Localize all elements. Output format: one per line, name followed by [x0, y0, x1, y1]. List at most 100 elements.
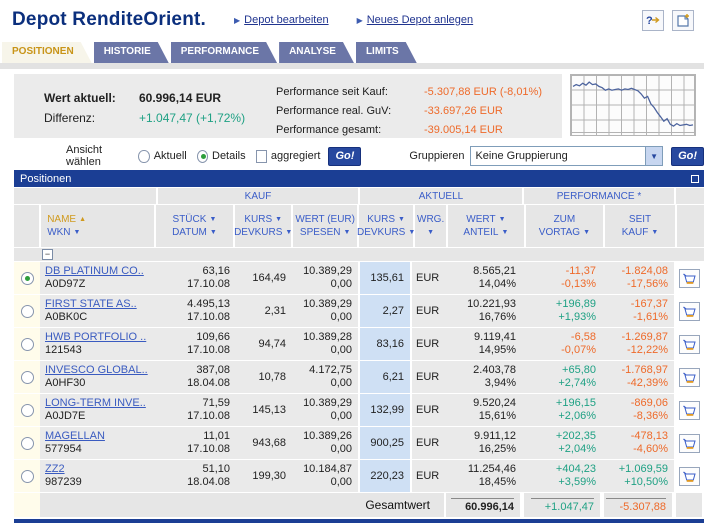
link-depot-bearbeiten-label[interactable]: Depot bearbeiten — [244, 14, 328, 26]
table-row: ZZ2 987239 51,10 18.04.08 199,30 10.184,… — [14, 460, 704, 492]
wert-kauf-value: 10.389,29 — [303, 265, 352, 277]
radio-details[interactable] — [196, 149, 208, 163]
seit-kauf-abs-value: -1.824,08 — [621, 265, 668, 277]
tab-analyse[interactable]: ANALYSE — [279, 42, 354, 63]
seit-kauf-abs-value: -1.768,97 — [621, 364, 668, 376]
waehrung-value: EUR — [416, 304, 440, 317]
basket-icon — [682, 471, 696, 482]
radio-aktuell-label[interactable]: Aktuell — [154, 150, 187, 162]
position-name-link[interactable]: HWB PORTFOLIO .. — [45, 331, 153, 344]
new-depot-icon[interactable] — [672, 9, 694, 31]
wert-kauf-value: 10.389,29 — [303, 397, 352, 409]
group-aktuell: AKTUELL — [360, 188, 522, 204]
table-body: DB PLATINUM CO.. A0D97Z 63,16 17.10.08 1… — [14, 262, 704, 492]
perf-seit-kauf-value: -5.307,88 EUR (-8,01%) — [424, 86, 542, 98]
checkbox-aggregiert-label[interactable]: aggregiert — [271, 150, 321, 162]
position-wkn: A0D97Z — [45, 278, 86, 290]
seit-kauf-pct-value: -12,22% — [627, 344, 668, 356]
help-arrow-glyph: ? — [646, 15, 660, 27]
gesamtwert-label: Gesamtwert — [324, 493, 444, 517]
order-basket-button[interactable] — [678, 268, 700, 288]
link-neues-depot[interactable]: ▶ Neues Depot anlegen — [357, 14, 474, 26]
wert-kauf-value: 10.389,29 — [303, 298, 352, 310]
tab-limits[interactable]: LIMITS — [356, 42, 417, 63]
anteil-value: 14,04% — [478, 278, 516, 290]
radio-aktuell[interactable] — [138, 149, 150, 163]
column-header-stueck-datum[interactable]: STÜCK ▼ DATUM ▼ — [155, 205, 234, 247]
table-row: LONG-TERM INVE.. A0JD7E 71,59 17.10.08 1… — [14, 394, 704, 426]
gruppieren-select[interactable]: Keine Gruppierung ▼ — [470, 146, 664, 166]
collapse-panel-icon[interactable] — [691, 174, 699, 183]
order-basket-button[interactable] — [678, 433, 700, 453]
wert-kauf-value: 10.389,28 — [303, 331, 352, 343]
column-header-name-wkn[interactable]: NAME ▲ WKN ▼ — [41, 205, 154, 247]
gesamt-seit-kauf-value: -5.307,88 — [605, 497, 666, 513]
order-basket-button[interactable] — [678, 301, 700, 321]
position-name-link[interactable]: DB PLATINUM CO.. — [45, 265, 153, 278]
wert-aktuell-value: 9.119,41 — [473, 331, 516, 343]
position-name-link[interactable]: FIRST STATE AS.. — [45, 298, 153, 311]
collapse-group-icon[interactable]: − — [42, 249, 53, 260]
column-header-kurs-devkurs-kauf[interactable]: KURS ▼ DEVKURS ▼ — [234, 205, 292, 247]
column-header-seit-kauf[interactable]: SEIT KAUF ▼ — [605, 205, 675, 247]
spesen-value: 0,00 — [330, 311, 352, 323]
go-button-gruppieren[interactable]: Go! — [671, 146, 704, 166]
order-basket-button[interactable] — [678, 334, 700, 354]
basket-icon — [682, 438, 696, 449]
row-select-radio[interactable] — [20, 304, 34, 318]
link-neues-depot-label[interactable]: Neues Depot anlegen — [367, 14, 473, 26]
arrow-right-icon: ▶ — [234, 15, 241, 25]
help-icon[interactable]: ? — [642, 9, 664, 31]
header-wrg-label: WRG. — [417, 214, 445, 225]
seit-kauf-pct-value: +10,50% — [624, 476, 668, 488]
stueck-value: 11,01 — [203, 430, 230, 442]
column-header-row: NAME ▲ WKN ▼ STÜCK ▼ DATUM ▼ KURS ▼ DEVKURS ▼ … — [14, 205, 704, 247]
header-kurs-aktuell-label: KURS — [367, 214, 396, 225]
row-select-radio[interactable] — [20, 403, 34, 417]
row-select-radio[interactable] — [20, 469, 34, 483]
order-basket-button[interactable] — [678, 367, 700, 387]
row-select-radio[interactable] — [20, 271, 34, 285]
tab-performance[interactable]: PERFORMANCE — [171, 42, 277, 63]
datum-value: 18.04.08 — [187, 377, 230, 389]
column-header-wert-anteil[interactable]: WERT ▼ ANTEIL ▼ — [448, 205, 524, 247]
position-name-link[interactable]: ZZ2 — [45, 463, 153, 476]
gruppieren-selected-value: Keine Gruppierung — [475, 150, 568, 162]
waehrung-value: EUR — [416, 370, 440, 383]
chevron-down-icon[interactable]: ▼ — [645, 147, 663, 165]
column-header-wert-spesen[interactable]: WERT (EUR) SPESEN ▼ — [293, 205, 358, 247]
position-name-link[interactable]: INVESCO GLOBAL.. — [45, 364, 153, 377]
vortag-abs-value: -6,58 — [570, 331, 596, 343]
position-name-link[interactable]: MAGELLAN — [45, 430, 153, 443]
arrow-right-icon: ▶ — [356, 15, 363, 25]
tab-positionen[interactable]: POSITIONEN — [2, 42, 92, 63]
group-spacer — [14, 188, 156, 204]
seit-kauf-pct-value: -17,56% — [627, 278, 668, 290]
row-select-radio[interactable] — [20, 436, 34, 450]
order-basket-button[interactable] — [678, 400, 700, 420]
row-select-radio[interactable] — [20, 337, 34, 351]
column-header-kurs-devkurs-aktuell[interactable]: KURS ▼ DEVKURS ▼ — [357, 205, 415, 247]
position-name-link[interactable]: LONG-TERM INVE.. — [45, 397, 153, 410]
order-basket-button[interactable] — [678, 466, 700, 486]
row-select-radio[interactable] — [20, 370, 34, 384]
anteil-value: 16,76% — [478, 311, 516, 323]
summary-panel: Wert aktuell: 60.996,14 EUR Differenz: +… — [14, 74, 562, 138]
radio-details-label[interactable]: Details — [212, 150, 246, 162]
tab-historie[interactable]: HISTORIE — [94, 42, 169, 63]
seit-kauf-pct-value: -1,61% — [633, 311, 668, 323]
go-button-ansicht[interactable]: Go! — [328, 146, 362, 166]
perf-gesamt-value: -39.005,14 EUR — [424, 124, 503, 136]
kurs-kauf-value: 145,13 — [252, 403, 286, 416]
stueck-value: 387,08 — [196, 364, 230, 376]
anteil-value: 14,95% — [478, 344, 516, 356]
link-depot-bearbeiten[interactable]: ▶ Depot bearbeiten — [234, 14, 329, 26]
positions-table: Positionen KAUF AKTUELL PERFORMANCE * NA… — [14, 170, 704, 523]
anteil-value: 3,94% — [484, 377, 516, 389]
checkbox-aggregiert[interactable] — [255, 149, 267, 163]
column-header-wrg[interactable]: WRG. ▼ — [415, 205, 447, 247]
table-footer-row: Gesamtwert 60.996,14 +1.047,47 -5.307,88 — [14, 493, 704, 517]
column-header-zum-vortag[interactable]: ZUM VORTAG ▼ — [525, 205, 604, 247]
basket-icon — [682, 405, 696, 416]
wert-aktuell-value: 10.221,93 — [467, 298, 516, 310]
